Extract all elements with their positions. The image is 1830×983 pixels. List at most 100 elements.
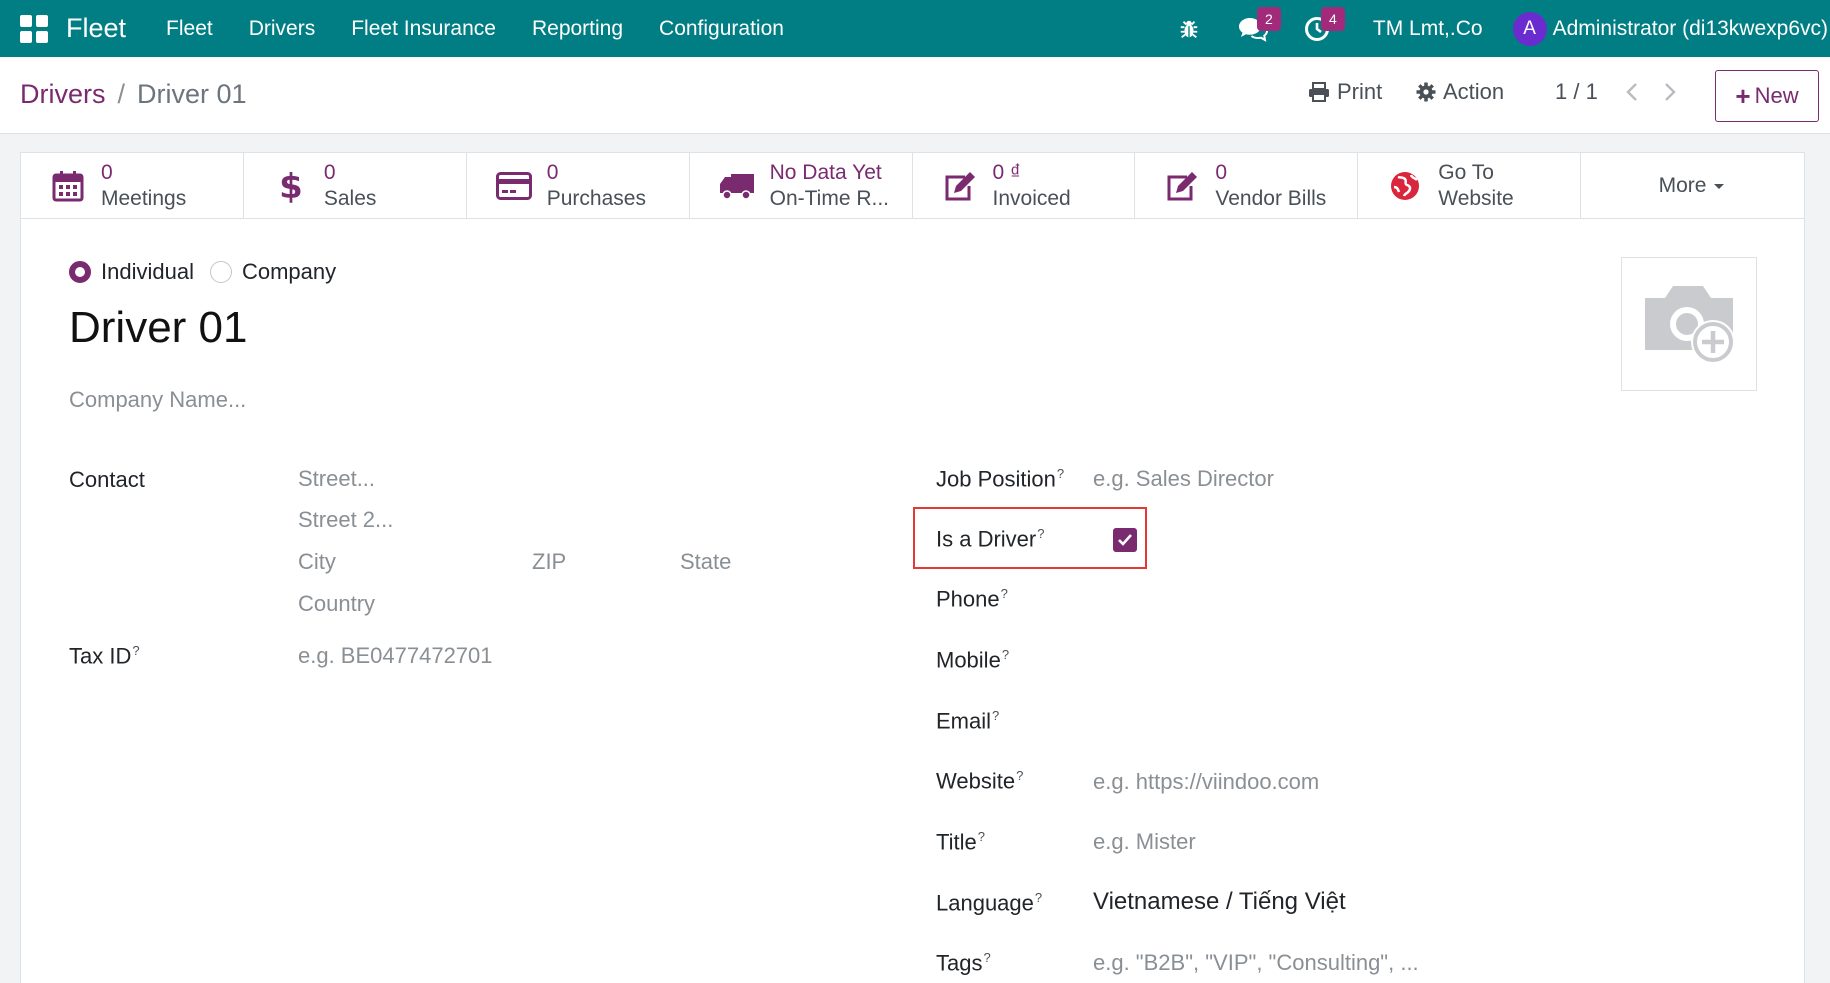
vendor-bills-smart-button[interactable]: 0 Vendor Bills (1135, 153, 1359, 219)
meetings-count: 0 (101, 161, 113, 184)
tax-id-label: Tax ID? (69, 643, 140, 669)
tags-input[interactable]: e.g. "B2B", "VIP", "Consulting", ... (1093, 950, 1419, 976)
truck-icon (718, 172, 756, 200)
sales-count: 0 (323, 161, 336, 184)
individual-radio[interactable] (69, 261, 91, 283)
tags-label: Tags? (936, 950, 991, 976)
email-label: Email? (936, 708, 1000, 734)
help-icon: ? (1016, 768, 1024, 783)
more-dropdown[interactable]: More (1581, 153, 1804, 219)
language-select[interactable]: Vietnamese / Tiếng Việt (1093, 888, 1346, 916)
avatar: A (1512, 11, 1547, 46)
checkmark-icon (1118, 534, 1132, 546)
website-label: Website (1438, 187, 1514, 210)
contact-label: Contact (69, 467, 145, 492)
pager-next-icon[interactable] (1663, 82, 1677, 107)
debug-bug-icon[interactable] (1167, 0, 1211, 57)
edit-icon (1163, 171, 1201, 201)
help-icon: ? (1000, 586, 1008, 601)
company-label[interactable]: Company (242, 259, 336, 285)
city-input[interactable]: City (298, 549, 336, 575)
edit-icon (941, 171, 979, 201)
globe-icon (1386, 170, 1424, 202)
printer-icon (1309, 82, 1329, 102)
is-driver-label: Is a Driver? (936, 526, 1045, 552)
print-label: Print (1337, 79, 1383, 104)
breadcrumb-current: Driver 01 (137, 79, 247, 109)
app-brand[interactable]: Fleet (66, 13, 126, 44)
meetings-label: Meetings (101, 187, 187, 210)
country-select[interactable]: Country (298, 591, 375, 617)
on-time-rate-smart-button[interactable]: No Data Yet On-Time R... (690, 153, 913, 219)
breadcrumb: Drivers / Driver 01 (20, 79, 247, 110)
company-name-input[interactable]: Company Name... (69, 387, 246, 413)
mobile-label: Mobile? (936, 647, 1010, 673)
pager-value[interactable]: 1 / 1 (1555, 79, 1598, 105)
state-select[interactable]: State (680, 549, 731, 575)
tax-id-input[interactable]: e.g. BE0477472701 (298, 643, 493, 669)
apps-menu-icon[interactable] (18, 13, 50, 45)
purchases-smart-button[interactable]: 0 Purchases (467, 153, 690, 219)
menu-fleet[interactable]: Fleet (148, 0, 231, 57)
action-button[interactable]: Action (1416, 79, 1504, 105)
menu-configuration[interactable]: Configuration (641, 0, 802, 57)
form-sheet: 0 Meetings $ 0 Sales 0 Purchases No Data Ye… (20, 152, 1805, 983)
main-menu: Fleet Drivers Fleet Insurance Reporting … (148, 0, 802, 57)
street2-input[interactable]: Street 2... (298, 507, 393, 533)
go-to-label: Go To (1438, 161, 1494, 184)
on-time-rate-value: No Data Yet (769, 161, 882, 184)
activities-clock-icon[interactable]: 4 (1295, 0, 1345, 57)
help-icon: ? (1034, 890, 1043, 905)
help-icon: ? (992, 708, 1000, 723)
street-input[interactable]: Street... (298, 466, 375, 492)
caret-down-icon (1714, 184, 1725, 189)
individual-label[interactable]: Individual (101, 259, 194, 285)
credit-card-icon (495, 172, 533, 200)
breadcrumb-separator: / (117, 79, 126, 109)
language-label: Language? (936, 890, 1043, 916)
job-position-input[interactable]: e.g. Sales Director (1093, 466, 1274, 492)
purchases-count: 0 (546, 161, 559, 184)
menu-drivers[interactable]: Drivers (231, 0, 334, 57)
meetings-smart-button[interactable]: 0 Meetings (21, 153, 244, 219)
dollar-icon: $ (272, 167, 310, 205)
company-switcher[interactable]: TM Lmt,.Co (1373, 17, 1483, 41)
invoiced-smart-button[interactable]: 0 ₫ Invoiced (913, 153, 1136, 219)
company-radio[interactable] (209, 261, 232, 283)
title-select[interactable]: e.g. Mister (1093, 829, 1196, 855)
pager-previous-icon[interactable] (1625, 82, 1639, 107)
breadcrumb-drivers-link[interactable]: Drivers (20, 79, 106, 110)
gear-icon (1416, 82, 1436, 102)
vendor-bills-count: 0 (1215, 161, 1228, 184)
go-to-website-smart-button[interactable]: Go To Website (1358, 153, 1582, 219)
help-icon: ? (983, 950, 991, 965)
website-input[interactable]: e.g. https://viindoo.com (1093, 769, 1319, 795)
action-label: Action (1443, 79, 1505, 104)
help-icon: ? (1056, 466, 1065, 481)
menu-fleet-insurance[interactable]: Fleet Insurance (333, 0, 514, 57)
calendar-icon (49, 170, 87, 202)
menu-reporting[interactable]: Reporting (514, 0, 641, 57)
help-icon: ? (132, 643, 140, 658)
navbar-systray: 2 4 TM Lmt,.Co A Administrator (di13kwex… (1147, 0, 1830, 57)
photo-upload[interactable] (1621, 257, 1757, 391)
print-button[interactable]: Print (1308, 79, 1382, 105)
smart-button-box: 0 Meetings $ 0 Sales 0 Purchases No Data Ye… (21, 153, 1804, 219)
purchases-label: Purchases (546, 187, 646, 210)
partner-name-field[interactable]: Driver 01 (69, 303, 248, 353)
invoiced-label: Invoiced (992, 187, 1071, 210)
phone-label: Phone? (936, 586, 1008, 612)
svg-text:$: $ (279, 167, 303, 205)
is-driver-checkbox[interactable] (1113, 528, 1137, 552)
zip-input[interactable]: ZIP (532, 549, 566, 575)
new-record-button[interactable]: + New (1715, 70, 1819, 122)
more-label: More (1658, 174, 1707, 197)
control-panel: Drivers / Driver 01 Print Action 1 / 1 +… (0, 57, 1830, 134)
plus-icon: + (1735, 80, 1751, 111)
messages-icon[interactable]: 2 (1231, 0, 1281, 57)
messages-count-badge: 2 (1256, 7, 1281, 31)
new-label: New (1754, 83, 1799, 108)
sales-smart-button[interactable]: $ 0 Sales (244, 153, 467, 219)
job-position-label: Job Position? (936, 466, 1065, 492)
user-menu[interactable]: A Administrator (di13kwexp6vc) (1512, 11, 1828, 46)
